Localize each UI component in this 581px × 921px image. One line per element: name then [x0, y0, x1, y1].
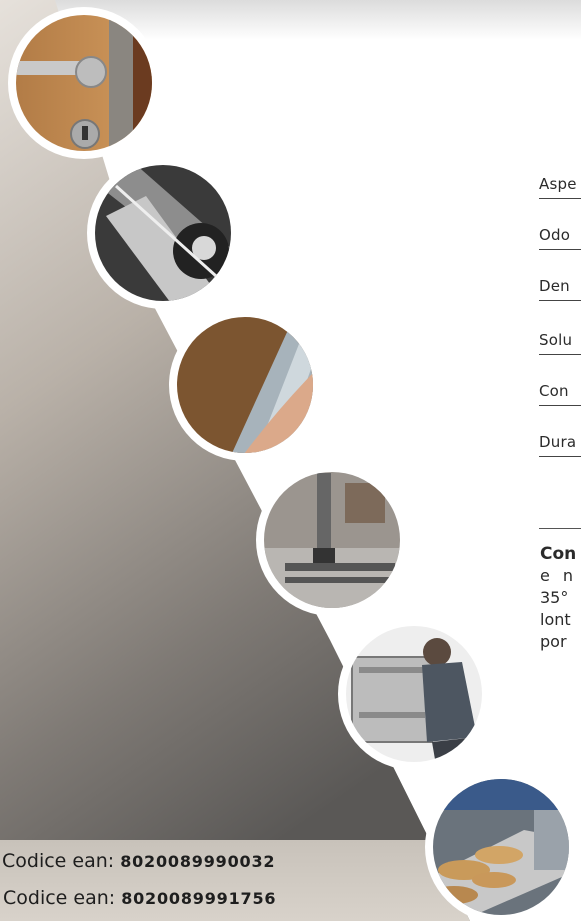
note-line: lont [540, 610, 571, 629]
spec-item-durata: Dura [539, 424, 581, 457]
ean-number: 8020089990032 [120, 852, 276, 871]
mechanism-icon [87, 157, 239, 309]
note-line: e n [540, 566, 578, 585]
spec-item-densita: Den [539, 268, 581, 301]
spec-item-odore: Odo [539, 217, 581, 250]
brochure-page: Aspe Odo Den Solu Con Dura Con e n 35° l… [0, 0, 581, 921]
ean-label: Codice ean: [2, 850, 115, 872]
ean-label: Codice ean: [3, 887, 116, 909]
ean-code-2: Codice ean: 8020089991756 [3, 887, 276, 909]
spec-item-conservazione: Con [539, 373, 581, 406]
note-line: 35° [540, 588, 569, 607]
ean-number: 8020089991756 [121, 889, 277, 908]
industrial-oven-icon [425, 771, 577, 921]
spec-item-solubilita: Solu [539, 322, 581, 355]
spec-divider [539, 528, 581, 529]
sewing-machine-icon [256, 464, 408, 616]
window-seal-icon [169, 309, 321, 461]
door-handle-icon [8, 7, 160, 159]
note-title: Con [540, 544, 577, 564]
dishwasher-icon [338, 618, 490, 770]
ean-code-1: Codice ean: 8020089990032 [2, 850, 275, 872]
spec-item-aspetto: Aspe [539, 166, 581, 199]
note-line: por [540, 632, 567, 651]
